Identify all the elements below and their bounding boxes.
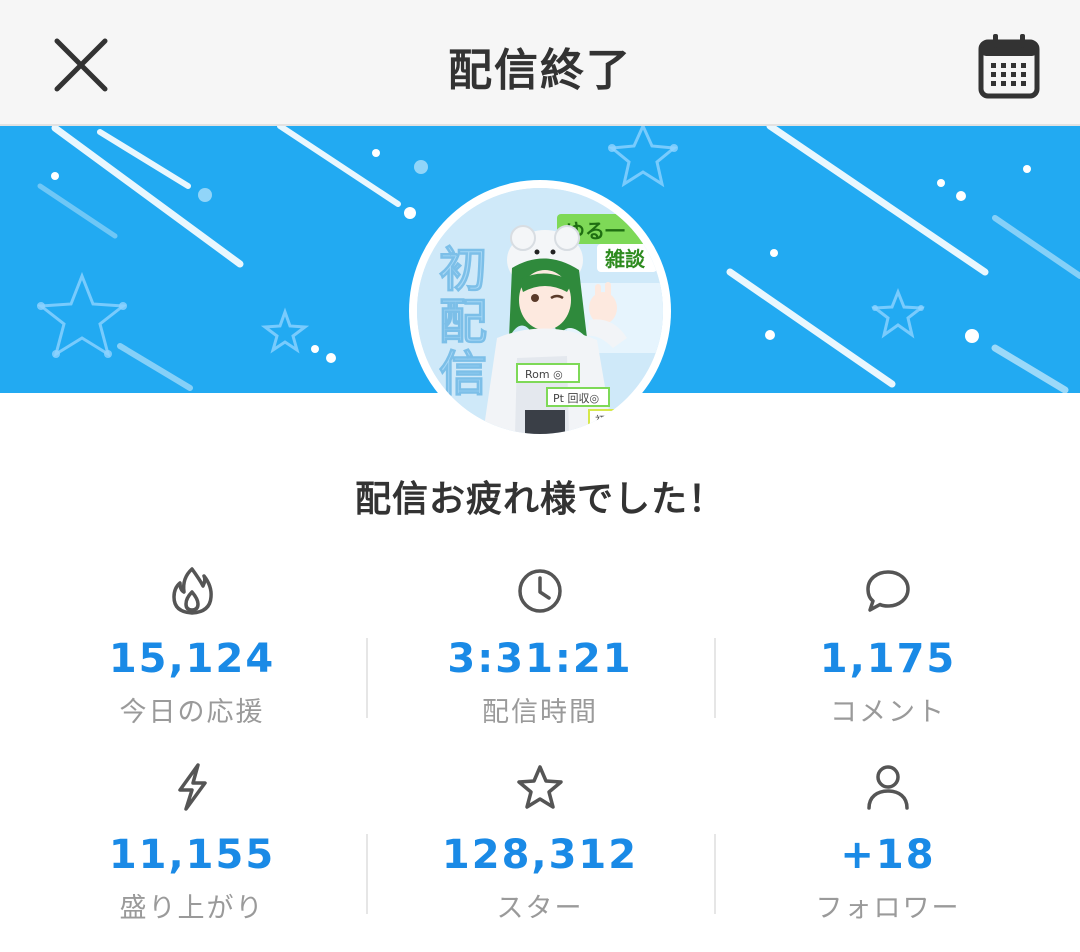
- stat-value: 128,312: [441, 832, 639, 878]
- avatar-image: ゆる一 雑談 初 配 信 Rom ◎ Pt 回収◎ 初見: [417, 188, 663, 434]
- stats-row: 11,155 盛り上がり 128,312 スター +18 フォロワー: [18, 756, 1062, 952]
- stat-excitement: 11,155 盛り上がり: [18, 756, 366, 952]
- stat-stars: 128,312 スター: [366, 756, 714, 952]
- stat-value: +18: [840, 832, 936, 878]
- stat-stream-time: 3:31:21 配信時間: [366, 560, 714, 756]
- stats-grid: 15,124 今日の応援 3:31:21 配信時間 1,175 コメント 11,…: [18, 560, 1062, 952]
- stat-value: 11,155: [108, 832, 276, 878]
- lightning-icon: [178, 763, 207, 811]
- stat-comments: 1,175 コメント: [714, 560, 1062, 756]
- svg-text:信: 信: [439, 346, 487, 402]
- stat-label: 配信時間: [482, 697, 598, 728]
- svg-text:Pt 回収◎: Pt 回収◎: [553, 392, 599, 405]
- comment-icon: [866, 570, 910, 612]
- stat-support: 15,124 今日の応援: [18, 560, 366, 756]
- stat-label: コメント: [830, 697, 946, 728]
- stat-label: スター: [496, 893, 584, 924]
- stats-row: 15,124 今日の応援 3:31:21 配信時間 1,175 コメント: [18, 560, 1062, 756]
- stat-value: 1,175: [819, 636, 957, 682]
- calendar-button[interactable]: [970, 28, 1048, 104]
- svg-text:初: 初: [439, 242, 487, 298]
- person-icon: [867, 765, 909, 810]
- page-title: 配信終了: [448, 45, 632, 96]
- svg-text:Rom ◎: Rom ◎: [525, 368, 563, 381]
- clock-icon: [518, 569, 562, 613]
- star-icon: [517, 765, 563, 809]
- svg-text:雑談: 雑談: [604, 247, 646, 271]
- calendar-icon: [978, 34, 1040, 99]
- stat-value: 3:31:21: [447, 636, 633, 682]
- streamer-avatar[interactable]: ゆる一 雑談 初 配 信 Rom ◎ Pt 回収◎ 初見: [409, 180, 671, 442]
- stat-followers: +18 フォロワー: [714, 756, 1062, 952]
- stat-value: 15,124: [108, 636, 276, 682]
- stat-label: 盛り上がり: [119, 893, 265, 924]
- thank-you-message: 配信お疲れ様でした！: [354, 479, 725, 520]
- svg-text:初見: 初見: [595, 413, 617, 427]
- svg-text:配: 配: [439, 294, 487, 350]
- stat-label: フォロワー: [815, 893, 961, 924]
- stat-label: 今日の応援: [119, 697, 265, 728]
- fire-icon: [172, 567, 213, 615]
- header-bar: 配信終了: [0, 0, 1080, 126]
